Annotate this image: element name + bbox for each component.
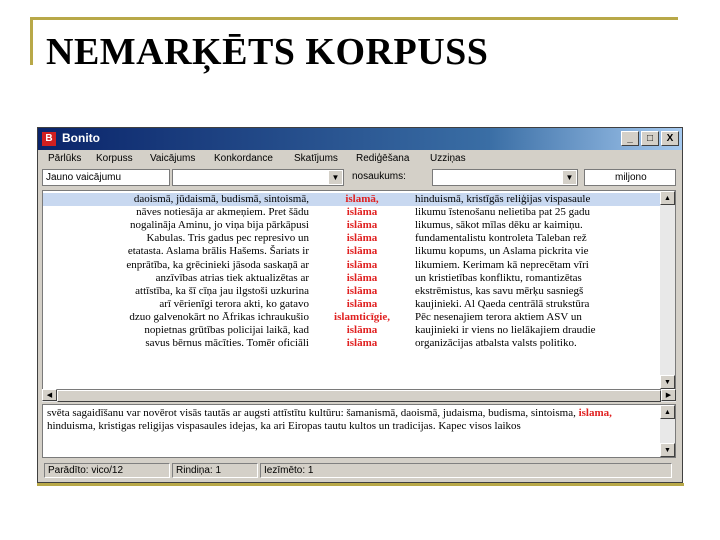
left-context: dzuo galvenokārt no Āfrikas ichraukušio bbox=[129, 310, 309, 323]
right-context: kaujinieki ir viens no lielākajiem draud… bbox=[415, 324, 596, 336]
concordance-row[interactable]: anzīvības atrias tiek aktualizētas ar isl… bbox=[43, 272, 661, 285]
query-history-select[interactable]: Jauno vaicājumu bbox=[42, 169, 170, 186]
context-panel[interactable]: svēta sagaidīšanu var novērot visās taut… bbox=[42, 404, 676, 458]
keyword: islāma bbox=[346, 337, 378, 350]
keyword: islāma bbox=[346, 324, 378, 336]
count-select[interactable]: miljono bbox=[584, 169, 676, 186]
scroll-up-icon[interactable]: ▲ bbox=[660, 405, 675, 419]
chevron-down-icon[interactable]: ▼ bbox=[563, 171, 576, 184]
right-context: un kristietības konfliktu, romantizētas bbox=[415, 271, 582, 284]
slide-title: NEMARĶĒTS KORPUSS bbox=[46, 31, 489, 73]
keyword: islamticīgie, bbox=[334, 310, 390, 323]
left-context: nāves notiesāja ar akmeņiem. Pret šādu bbox=[136, 206, 309, 219]
keyword: islāma bbox=[346, 232, 378, 245]
keyword: islāma bbox=[346, 258, 378, 271]
right-context: kaujinieki. Al Qaeda centrālā strukstūra bbox=[415, 297, 590, 310]
bonito-window: B Bonito _ □ X Pārlūks Korpuss Vaicājums… bbox=[37, 127, 683, 483]
concordance-row[interactable]: dzuo galvenokārt no Āfrikas ichraukušio i… bbox=[43, 311, 661, 324]
concordance-row[interactable]: nogalināja Aminu, jo viņa bija pārkāpusi… bbox=[43, 219, 661, 232]
concordance-row[interactable]: attīstība, ka šī cīņa jau ilgstoši uzkur… bbox=[43, 285, 661, 298]
keyword: islamā, bbox=[345, 193, 379, 205]
left-context: Kabulas. Tris gadus pec represivo un bbox=[146, 232, 309, 245]
horizontal-scroll-thumb[interactable] bbox=[57, 390, 661, 402]
left-context: attīstība, ka šī cīņa jau ilgstoši uzkur… bbox=[135, 284, 309, 297]
menu-korpuss[interactable]: Korpuss bbox=[96, 153, 133, 164]
menu-konkordance[interactable]: Konkordance bbox=[214, 153, 273, 164]
query-history-value: Jauno vaicājumu bbox=[46, 172, 122, 183]
horizontal-scrollbar[interactable]: ◀ ▶ bbox=[42, 389, 676, 402]
right-context: Pēc nesenajiem terora aktiem ASV un bbox=[415, 310, 582, 323]
left-context: arī vērienīgi terora akti, ko gatavo bbox=[159, 297, 309, 310]
slide-top-rule bbox=[30, 17, 678, 20]
concordance-row[interactable]: daoismā, jūdaismā, budismā, sintoismā, is… bbox=[43, 193, 661, 206]
menu-uzzinas[interactable]: Uzziņas bbox=[430, 153, 466, 164]
keyword: islāma bbox=[346, 284, 378, 297]
found-select[interactable]: ▼ bbox=[432, 169, 578, 186]
right-context: likumu kopums, un Aslama pickrita vie bbox=[415, 245, 589, 258]
menu-parluks[interactable]: Pārlūks bbox=[48, 153, 81, 164]
maximize-button[interactable]: □ bbox=[641, 131, 659, 146]
right-context: likumiem. Kerimam kā neprecētam vīri bbox=[415, 258, 589, 271]
chevron-down-icon[interactable]: ▼ bbox=[329, 171, 342, 184]
keyword: islāma bbox=[346, 219, 378, 232]
status-line: Rindiņa: 1 bbox=[172, 463, 258, 478]
concordance-panel[interactable]: daoismā, jūdaismā, budismā, sintoismā, is… bbox=[42, 190, 676, 390]
count-value: miljono bbox=[615, 172, 647, 183]
status-shown: Parādīto: vico/12 bbox=[44, 463, 170, 478]
right-context: ekstrēmistus, kas savu mērķu sasniegš bbox=[415, 284, 584, 297]
context-keyword: islama, bbox=[578, 407, 612, 419]
query-toolbar: Jauno vaicājumu ▼ nosaukums: ▼ miljono bbox=[38, 168, 682, 188]
right-context: hinduismā, kristīgās reliģijas vispasaul… bbox=[415, 193, 591, 205]
menu-skatijums[interactable]: Skatījums bbox=[294, 153, 338, 164]
status-position: Iezīmēto: 1 bbox=[260, 463, 672, 478]
menu-redigesana[interactable]: Rediģēšana bbox=[356, 153, 409, 164]
concordance-scrollbar[interactable]: ▲ ▼ bbox=[660, 191, 675, 389]
context-before: svēta sagaidīšanu var novērot visās taut… bbox=[47, 407, 576, 419]
right-context: likumu īstenošanu nelietiba pat 25 gadu bbox=[415, 206, 591, 219]
keyword: islāma bbox=[346, 245, 378, 258]
context-text: svēta sagaidīšanu var novērot visās taut… bbox=[47, 407, 657, 433]
left-context: etatasta. Aslama brālis Hašems. Šariats … bbox=[127, 245, 309, 258]
concordance-row[interactable]: nāves notiesāja ar akmeņiem. Pret šādu is… bbox=[43, 206, 661, 219]
keyword: islāma bbox=[346, 297, 378, 310]
menu-bar: Pārlūks Korpuss Vaicājums Konkordance Sk… bbox=[38, 150, 682, 168]
window-title: Bonito bbox=[62, 131, 100, 145]
left-context: enprātība, ka grēcinieki jāsoda saskaņā … bbox=[126, 258, 309, 271]
left-context: nogalināja Aminu, jo viņa bija pārkāpusi bbox=[129, 219, 309, 232]
slide-bottom-rule bbox=[37, 483, 684, 486]
concordance-row[interactable]: etatasta. Aslama brālis Hašems. Šariats … bbox=[43, 245, 661, 258]
scroll-right-icon[interactable]: ▶ bbox=[661, 389, 676, 401]
status-bar: Parādīto: vico/12 Rindiņa: 1 Iezīmēto: 1 bbox=[42, 461, 676, 479]
scroll-up-icon[interactable]: ▲ bbox=[660, 191, 675, 205]
concordance-row[interactable]: savus bērnus mācīties. Tomēr oficiāli isl… bbox=[43, 337, 661, 350]
left-context: anzīvības atrias tiek aktualizētas ar bbox=[155, 271, 309, 284]
close-button[interactable]: X bbox=[661, 131, 679, 146]
app-logo-icon: B bbox=[42, 132, 56, 146]
context-scrollbar[interactable]: ▲ ▼ bbox=[660, 405, 675, 457]
right-context: fundamentalistu kontroleta Taleban rež bbox=[415, 232, 587, 245]
left-context: savus bērnus mācīties. Tomēr oficiāli bbox=[145, 337, 309, 350]
found-label: nosaukums: bbox=[352, 171, 406, 182]
slide-left-rule bbox=[30, 17, 33, 65]
concordance-row[interactable]: enprātība, ka grēcinieki jāsoda saskaņā … bbox=[43, 259, 661, 272]
query-input[interactable]: ▼ bbox=[172, 169, 344, 186]
scroll-down-icon[interactable]: ▼ bbox=[660, 443, 675, 457]
concordance-row[interactable]: Kabulas. Tris gadus pec represivo un islā… bbox=[43, 232, 661, 245]
scroll-down-icon[interactable]: ▼ bbox=[660, 375, 675, 389]
left-context: nopietnas grūtības policijai laikā, kad bbox=[144, 324, 309, 336]
concordance-row[interactable]: arī vērienīgi terora akti, ko gatavo islā… bbox=[43, 298, 661, 311]
keyword: islāma bbox=[346, 206, 378, 219]
right-context: organizācijas atbalsta valsts politiko. bbox=[415, 337, 577, 350]
window-titlebar[interactable]: B Bonito _ □ X bbox=[38, 128, 682, 150]
scroll-left-icon[interactable]: ◀ bbox=[42, 389, 57, 401]
concordance-row[interactable]: nopietnas grūtības policijai laikā, kad i… bbox=[43, 324, 661, 337]
right-context: likumus, sākot mīlas dēku ar kaimiņu. bbox=[415, 219, 583, 232]
menu-vaicajums[interactable]: Vaicājums bbox=[150, 153, 195, 164]
left-context: daoismā, jūdaismā, budismā, sintoismā, bbox=[133, 193, 309, 205]
keyword: islāma bbox=[346, 271, 378, 284]
minimize-button[interactable]: _ bbox=[621, 131, 639, 146]
context-after: hinduisma, kristigas religijas vispasaul… bbox=[47, 420, 521, 432]
